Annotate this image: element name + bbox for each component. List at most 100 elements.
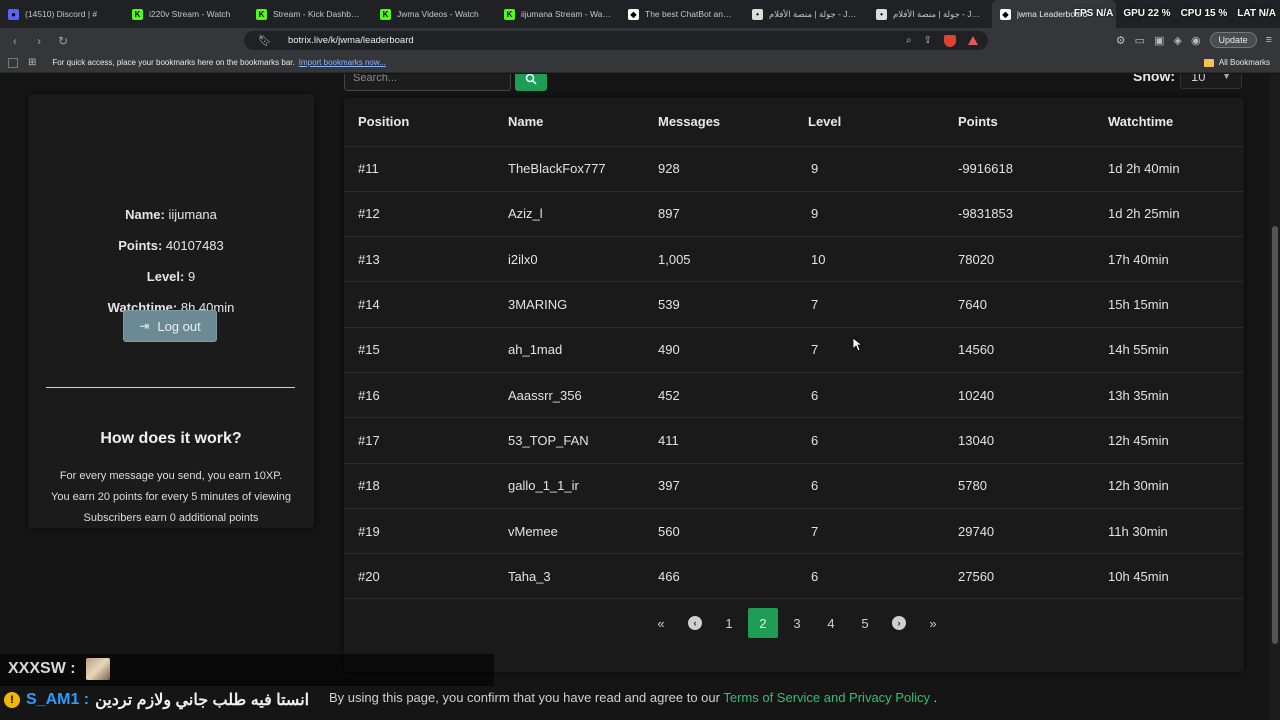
address-bar[interactable]: 🔖︎ botrix.live/k/jwma/leaderboard ⌕ ⇪ [244,31,988,50]
page-button-4[interactable]: 4 [814,608,848,638]
cell-position: #20 [344,553,494,600]
leaderboard-table-card: Position Name Messages Level Points Watc… [344,98,1244,672]
footer-label: By using this page, you confirm that you… [329,690,724,705]
all-bookmarks-button[interactable]: All Bookmarks [1203,58,1270,67]
cell-position: #14 [344,281,494,328]
browser-toolbar: ‹ › ↻ 🔖︎ botrix.live/k/jwma/leaderboard … [0,28,1280,53]
footer-text: By using this page, you confirm that you… [329,690,937,705]
search-button[interactable] [515,74,547,91]
tab-favicon-icon: • [752,8,763,20]
page-scrollbar[interactable] [1270,74,1280,720]
cell-points: 29740 [944,508,1094,555]
header-messages: Messages [644,98,794,147]
tab-favicon-icon: ● [8,8,19,20]
browser-tab[interactable]: Kiijumana Stream - Watch [496,0,620,28]
cell-messages: 452 [644,372,794,419]
cell-points: 5780 [944,463,1094,509]
zoom-icon[interactable]: ⌕ [906,35,912,46]
next-page-button[interactable]: › [882,608,916,638]
cell-level: 6 [794,417,944,464]
browser-tab[interactable]: K Jwma Videos - Watch [372,0,496,28]
cell-level: 6 [794,463,944,509]
back-icon[interactable]: ‹ [8,34,22,48]
bookmark-icon[interactable]: 🔖︎ [258,34,272,47]
browser-tab[interactable]: K Stream - Kick Dashboard [248,0,372,28]
gpu-label: GPU [1123,8,1145,19]
reload-icon[interactable]: ↻ [56,34,70,48]
cell-messages: 560 [644,508,794,555]
lat-label: LAT [1237,8,1256,19]
profile-points: Points: 40107483 [118,238,224,253]
wallet-icon[interactable]: ▣ [1154,34,1164,47]
cpu-value: 15 % [1204,8,1228,19]
cell-name: vMemee [494,508,644,555]
forward-icon[interactable]: › [32,34,46,48]
scrollbar-thumb[interactable] [1272,226,1278,644]
tab-title: Stream - Kick Dashboard [273,9,364,19]
table-row: #14 3MARING 539 7 7640 15h 15min [344,281,1244,328]
vpn-icon[interactable]: ◈ [1173,34,1181,47]
menu-icon[interactable]: ≡ [1266,34,1272,46]
tab-favicon-icon: • [876,8,887,20]
browser-tab[interactable]: • جولة | منصة الأفلام - Jawlah [868,0,992,28]
how-line: Subscribers earn 0 additional points [83,512,259,524]
update-button[interactable]: Update [1209,32,1257,48]
sidebar-icon[interactable]: ▭ [1135,34,1145,47]
search-input[interactable]: Search... [344,74,511,91]
chevron-down-icon: ▼ [1222,74,1231,81]
cell-messages: 397 [644,463,794,509]
extensions-icon[interactable]: ⚙ [1116,34,1126,47]
cell-watchtime: 17h 40min [1094,236,1244,283]
prev-page-button[interactable]: ‹ [678,608,712,638]
cell-points: 7640 [944,281,1094,328]
profile-level: Level: 9 [146,269,196,284]
table-row: #13 i2ilx0 1,005 10 78020 17h 40min [344,236,1244,283]
chat-text: انستا فيه طلب جاني ولازم تردين [95,692,310,709]
cell-name: Aziz_l [494,191,644,238]
rewards-icon[interactable] [968,36,978,45]
show-select[interactable]: 10 ▼ [1180,74,1242,89]
cell-points: 13040 [944,417,1094,464]
cell-points: -9831853 [944,191,1094,238]
tab-favicon-icon: K [132,8,143,20]
cell-watchtime: 11h 30min [1094,508,1244,555]
cell-watchtime: 12h 45min [1094,417,1244,464]
url-text[interactable]: botrix.live/k/jwma/leaderboard [288,35,414,46]
page-button-5[interactable]: 5 [848,608,882,638]
table-row: #12 Aziz_l 897 9 -9831853 1d 2h 25min [344,191,1244,238]
profile-icon[interactable]: ◉ [1191,34,1201,47]
last-page-button[interactable]: » [916,608,950,638]
cell-watchtime: 13h 35min [1094,372,1244,419]
bookmarks-hint: For quick access, place your bookmarks h… [52,58,295,67]
cell-points: 27560 [944,553,1094,600]
profile-name: Name: iijumana [125,207,217,222]
all-bookmarks-label: All Bookmarks [1218,58,1270,67]
page-button-3[interactable]: 3 [780,608,814,638]
browser-tab[interactable]: ◆ The best ChatBot and Wi [620,0,744,28]
show-label: Show: [1133,74,1175,84]
header-watchtime: Watchtime [1094,98,1244,147]
how-title: How does it work? [100,430,242,447]
cell-position: #18 [344,463,494,509]
page-button-1[interactable]: 1 [712,608,746,638]
share-icon[interactable]: ⇪ [924,35,932,46]
brave-shield-icon[interactable] [944,34,956,47]
chat-message: ! S_AM1 : انستا فيه طلب جاني ولازم تردين [4,690,309,710]
cell-name: i2ilx0 [494,236,644,283]
tab-search-icon[interactable] [8,57,18,68]
cell-level: 7 [794,281,944,328]
table-row: #16 Aaassrr_356 452 6 10240 13h 35min [344,372,1244,419]
logout-button[interactable]: ⇥ Log out [123,310,217,342]
chat-username: XXXSW : [8,660,76,677]
cell-points: 10240 [944,372,1094,419]
cell-name: TheBlackFox777 [494,146,644,192]
first-page-button[interactable]: « [644,608,678,638]
import-bookmarks-link[interactable]: Import bookmarks now... [299,58,386,67]
emote-image [85,658,110,680]
browser-tab[interactable]: Ki220v Stream - Watch [124,0,248,28]
page-button-2[interactable]: 2 [748,608,778,638]
browser-tab[interactable]: • جولة | منصة الأفلام - Jawlah [744,0,868,28]
browser-tab[interactable]: ● (14510) Discord | # [0,0,124,28]
terms-link[interactable]: Terms of Service and Privacy Policy [723,690,930,705]
apps-icon[interactable]: ⊞ [28,57,36,68]
